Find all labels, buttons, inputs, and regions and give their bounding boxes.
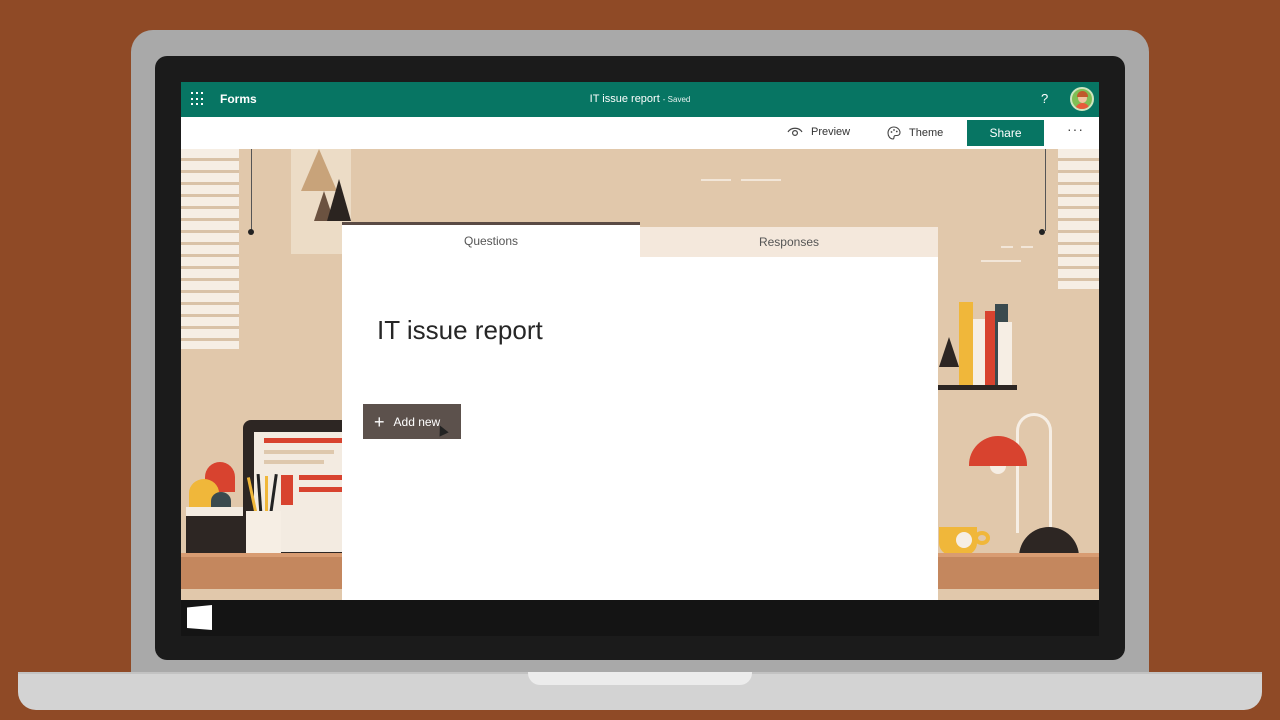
- suite-bar: Forms IT issue report - Saved ?: [181, 82, 1099, 117]
- laptop-notch: [528, 672, 752, 685]
- preview-button[interactable]: Preview: [787, 126, 850, 138]
- tab-responses[interactable]: Responses: [640, 227, 938, 258]
- theme-background: Questions Responses IT issue report + Ad…: [181, 149, 1099, 636]
- mouse-cursor-icon: [435, 423, 449, 437]
- form-title[interactable]: IT issue report: [377, 315, 543, 346]
- taskbar: [181, 600, 1099, 636]
- theme-label: Theme: [909, 127, 944, 139]
- palette-icon: [887, 126, 901, 140]
- document-title-text: IT issue report: [589, 93, 660, 105]
- windows-logo-icon[interactable]: [187, 605, 212, 630]
- add-new-button[interactable]: + Add new: [363, 404, 461, 439]
- desk-lamp: [1016, 413, 1052, 533]
- bookshelf: [935, 385, 1017, 390]
- share-button[interactable]: Share: [967, 120, 1044, 146]
- more-options-icon[interactable]: ···: [1067, 121, 1084, 137]
- window-blinds-left: [181, 149, 239, 349]
- theme-button[interactable]: Theme: [887, 126, 943, 140]
- save-status: - Saved: [662, 95, 691, 104]
- command-bar: Preview Theme Share ···: [181, 117, 1099, 149]
- window-blinds-right: [1058, 149, 1099, 289]
- help-icon[interactable]: ?: [1041, 91, 1048, 106]
- plus-icon: +: [374, 411, 385, 432]
- add-new-label: Add new: [393, 414, 441, 429]
- screen: Forms IT issue report- Saved ? Preview: [181, 82, 1099, 636]
- user-avatar[interactable]: [1070, 87, 1094, 111]
- tab-questions[interactable]: Questions: [342, 222, 640, 258]
- form-card: IT issue report + Add new: [342, 257, 938, 600]
- preview-label: Preview: [811, 126, 851, 138]
- eye-icon: [787, 127, 803, 137]
- document-title: IT issue report - Saved: [181, 93, 1099, 105]
